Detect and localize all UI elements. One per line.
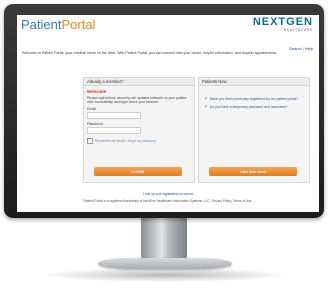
logo-prefix: Patient (21, 17, 62, 32)
welcome-heading: Welcome (87, 89, 107, 94)
login-button[interactable]: LOGIN (94, 167, 182, 176)
vendor-logo-text: NEXTGEN (252, 16, 313, 28)
new-user-panel: Patients New • Have you been previously … (198, 77, 310, 183)
login-description: Please login below, securely use updated… (87, 96, 187, 105)
bullet-text: Have you been previously registered for … (209, 97, 298, 101)
bullet-item: • Have you been previously registered fo… (205, 96, 306, 102)
monitor-stand-base (98, 258, 232, 269)
remember-row: Remember my email. I forgot my password. (87, 138, 191, 145)
monitor-bezel: PatientPortal NEXTGEN HEALTHCARE Search|… (4, 4, 324, 218)
monitor-screen: PatientPortal NEXTGEN HEALTHCARE Search|… (17, 15, 319, 212)
intro-text: Welcome to Patient Portal, your medical … (22, 51, 278, 55)
footer-text: Patient Portal is a registered trademark… (83, 199, 253, 203)
remember-label[interactable]: Remember my email. I forgot my password. (95, 139, 157, 143)
patient-portal-logo[interactable]: PatientPortal (21, 18, 95, 32)
login-panel-title: Already a member? (84, 78, 194, 86)
email-label: Email (87, 107, 96, 112)
monitor-shadow (40, 268, 290, 282)
bullet-text: Do you have a temporary password and use… (209, 105, 288, 110)
bullet-icon: • (205, 104, 207, 111)
new-user-bullets: • Have you been previously registered fo… (202, 96, 306, 111)
nextgen-logo: NEXTGEN HEALTHCARE (253, 16, 313, 32)
email-field[interactable] (87, 112, 141, 120)
bullet-icon: • (205, 96, 207, 102)
vendor-tagline: HEALTHCARE (283, 28, 313, 32)
password-label: Password (87, 122, 103, 127)
bullet-item: • Do you have a temporary password and u… (205, 104, 306, 111)
remember-checkbox[interactable] (87, 138, 93, 145)
logo-suffix: Portal (61, 17, 96, 32)
registration-lookup-link[interactable]: Look up your registration on record (17, 192, 319, 196)
login-panel: Already a member? Welcome Please login b… (83, 77, 195, 183)
site-header: PatientPortal NEXTGEN HEALTHCARE (17, 15, 319, 43)
login-panel-body: Welcome Please login below, securely use… (84, 86, 194, 147)
password-field[interactable] (87, 127, 141, 135)
new-user-panel-title: Patients New (199, 78, 309, 86)
new-user-panel-body: • Have you been previously registered fo… (199, 86, 309, 117)
new-user-button[interactable]: I am new here (209, 167, 297, 176)
monitor-stand-neck (141, 218, 187, 260)
